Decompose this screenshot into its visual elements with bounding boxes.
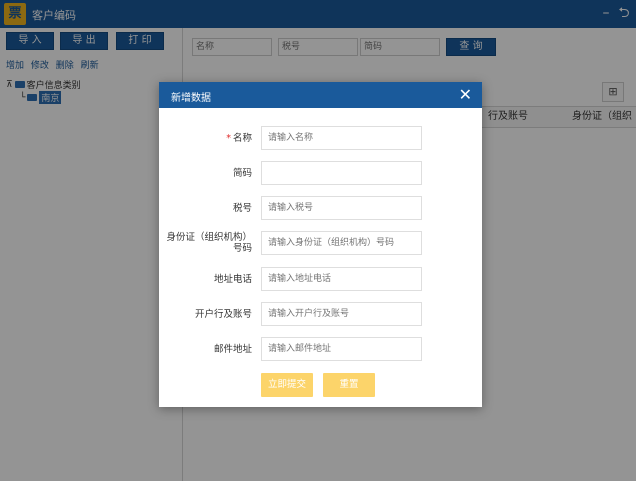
tax-field[interactable]	[261, 196, 422, 220]
tax-label: 税号	[232, 203, 252, 214]
dialog-title: 新增数据	[171, 93, 211, 104]
dialog-header: 新增数据 ✕	[159, 82, 482, 108]
code-label: 简码	[232, 168, 252, 179]
close-icon[interactable]: ✕	[459, 84, 472, 106]
submit-button[interactable]: 立即提交	[261, 373, 313, 397]
email-label: 邮件地址	[213, 344, 252, 355]
code-field[interactable]	[261, 161, 422, 185]
add-data-dialog: 新增数据 ✕ *名称 简码 税号 身份证（组织机构）号码 地址电话 开户行及账号…	[159, 82, 482, 407]
email-field[interactable]	[261, 337, 422, 361]
name-field[interactable]	[261, 126, 422, 150]
name-label: * 名称	[226, 133, 252, 144]
required-mark: *	[226, 133, 231, 144]
id-label: 身份证（组织机构）号码	[166, 232, 252, 254]
id-field[interactable]	[261, 231, 422, 255]
address-phone-field[interactable]	[261, 267, 422, 291]
bank-account-field[interactable]	[261, 302, 422, 326]
reset-button[interactable]: 重置	[323, 373, 375, 397]
address-phone-label: 地址电话	[213, 274, 252, 285]
bank-account-label: 开户行及账号	[194, 309, 252, 320]
